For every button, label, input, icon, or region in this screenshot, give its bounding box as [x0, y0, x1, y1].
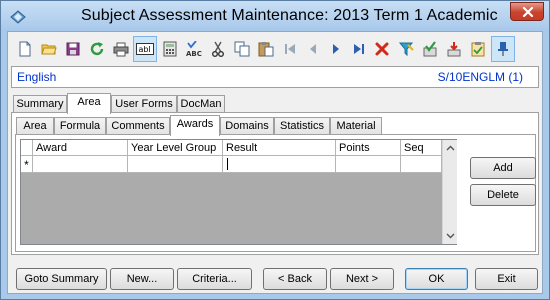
- copy-button[interactable]: [230, 36, 254, 62]
- client-area: abl ABC English S/10ENGLM (1) Summary Ar…: [7, 31, 543, 294]
- column-header-seq[interactable]: Seq: [401, 140, 442, 156]
- add-button[interactable]: Add: [470, 157, 536, 179]
- clipboard-check-icon: [471, 42, 485, 57]
- filter-icon: [398, 42, 414, 57]
- new-row-marker: *: [21, 156, 33, 172]
- refresh-icon: [90, 42, 104, 56]
- cell-seq[interactable]: [401, 156, 442, 172]
- export-icon: [447, 42, 461, 57]
- clipboard-check-button[interactable]: [466, 36, 490, 62]
- save-button[interactable]: [61, 36, 85, 62]
- cut-icon: [212, 41, 224, 57]
- sub-tab-row: Area Formula Comments Awards Domains Sta…: [14, 115, 534, 136]
- paste-icon: [258, 42, 274, 57]
- cell-year-level-group[interactable]: [128, 156, 223, 172]
- previous-record-icon: [310, 44, 316, 54]
- open-folder-icon: [41, 44, 57, 55]
- subtab-awards[interactable]: Awards: [170, 115, 220, 136]
- close-button[interactable]: [510, 2, 544, 21]
- tab-docman[interactable]: DocMan: [177, 95, 225, 113]
- ok-button[interactable]: OK: [405, 268, 468, 290]
- vertical-scrollbar[interactable]: [442, 140, 457, 244]
- subject-code: S/10ENGLM (1): [437, 70, 523, 84]
- text-field-button[interactable]: abl: [133, 36, 157, 62]
- delete-row-button[interactable]: Delete: [470, 184, 536, 206]
- spell-check-icon: ABC: [186, 41, 202, 57]
- toolbar: abl ABC: [11, 34, 541, 64]
- next-record-button[interactable]: [324, 36, 348, 62]
- tab-user-forms[interactable]: User Forms: [111, 95, 177, 113]
- first-record-button[interactable]: [278, 36, 302, 62]
- new-document-icon: [19, 41, 31, 57]
- grid-header: Award Year Level Group Result Points Seq: [21, 140, 442, 156]
- save-icon: [66, 42, 80, 56]
- text-field-icon: abl: [136, 43, 154, 55]
- record-info-bar: English S/10ENGLM (1): [11, 66, 539, 88]
- first-record-icon: [285, 44, 295, 54]
- text-caret: [227, 158, 228, 170]
- cell-result[interactable]: [223, 156, 336, 172]
- goto-summary-button[interactable]: Goto Summary: [16, 268, 107, 290]
- app-icon: [10, 10, 26, 24]
- delete-icon: [375, 42, 389, 56]
- new-button[interactable]: New...: [110, 268, 174, 290]
- calculator-button[interactable]: [158, 36, 182, 62]
- awards-grid[interactable]: Award Year Level Group Result Points Seq…: [20, 139, 457, 245]
- cell-award[interactable]: [33, 156, 128, 172]
- row-header-corner: [21, 140, 33, 156]
- previous-record-button[interactable]: [301, 36, 325, 62]
- subtab-domains[interactable]: Domains: [220, 117, 274, 135]
- export-button[interactable]: [442, 36, 466, 62]
- scroll-down-icon[interactable]: [446, 231, 455, 240]
- back-button[interactable]: < Back: [263, 268, 327, 290]
- filter-button[interactable]: [394, 36, 418, 62]
- calculator-icon: [163, 41, 177, 57]
- next-record-icon: [333, 44, 339, 54]
- column-header-award[interactable]: Award: [33, 140, 128, 156]
- title-bar[interactable]: Subject Assessment Maintenance: 2013 Ter…: [1, 1, 549, 31]
- subtab-comments[interactable]: Comments: [106, 117, 170, 135]
- column-header-result[interactable]: Result: [223, 140, 336, 156]
- approve-icon: [423, 41, 437, 57]
- paste-button[interactable]: [254, 36, 278, 62]
- svg-text:ABC: ABC: [186, 50, 202, 57]
- cell-points[interactable]: [336, 156, 401, 172]
- exit-button[interactable]: Exit: [475, 268, 538, 290]
- window-title: Subject Assessment Maintenance: 2013 Ter…: [81, 7, 498, 24]
- spell-check-button[interactable]: ABC: [182, 36, 206, 62]
- copy-icon: [234, 41, 250, 57]
- area-panel: Area Formula Comments Awards Domains Sta…: [11, 112, 539, 255]
- new-row[interactable]: *: [21, 156, 442, 173]
- subtab-material[interactable]: Material: [330, 117, 382, 135]
- refresh-button[interactable]: [85, 36, 109, 62]
- new-document-button[interactable]: [13, 36, 37, 62]
- subject-name: English: [17, 70, 57, 84]
- awards-panel: Award Year Level Group Result Points Seq…: [15, 134, 536, 252]
- cut-button[interactable]: [206, 36, 230, 62]
- subtab-statistics[interactable]: Statistics: [274, 117, 330, 135]
- tab-summary[interactable]: Summary: [13, 95, 67, 113]
- svg-text:abl: abl: [139, 45, 151, 54]
- scroll-up-icon[interactable]: [446, 144, 455, 153]
- print-icon: [113, 42, 129, 56]
- application-window: Subject Assessment Maintenance: 2013 Ter…: [0, 0, 550, 300]
- top-tab-row: Summary Area User Forms DocMan: [11, 93, 539, 114]
- subtab-formula[interactable]: Formula: [54, 117, 106, 135]
- print-button[interactable]: [109, 36, 133, 62]
- next-button[interactable]: Next >: [330, 268, 394, 290]
- pin-button[interactable]: [491, 36, 515, 62]
- column-header-points[interactable]: Points: [336, 140, 401, 156]
- column-header-year-level-group[interactable]: Year Level Group: [128, 140, 223, 156]
- open-button[interactable]: [37, 36, 61, 62]
- approve-button[interactable]: [418, 36, 442, 62]
- last-record-button[interactable]: [347, 36, 371, 62]
- tab-area[interactable]: Area: [67, 93, 111, 114]
- delete-button[interactable]: [370, 36, 394, 62]
- close-icon: [522, 7, 534, 17]
- pin-icon: [498, 42, 508, 56]
- last-record-icon: [354, 44, 364, 54]
- criteria-button[interactable]: Criteria...: [177, 268, 252, 290]
- subtab-area[interactable]: Area: [16, 117, 54, 135]
